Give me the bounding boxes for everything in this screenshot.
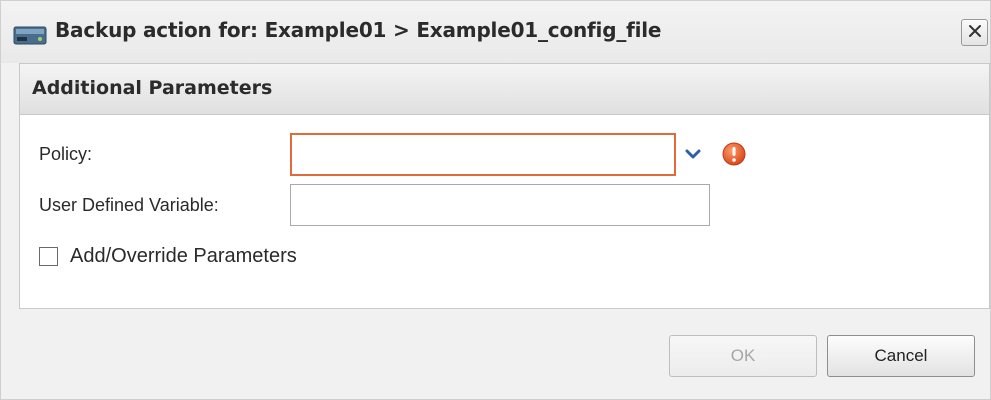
panel-title: Additional Parameters — [32, 77, 273, 99]
policy-label: Policy: — [39, 144, 93, 164]
add-override-parameters-label: Add/Override Parameters — [70, 244, 297, 267]
close-icon — [968, 23, 982, 42]
drive-icon — [13, 24, 47, 46]
ok-button[interactable]: OK — [669, 335, 817, 377]
dialog-titlebar: Backup action for: Example01 > Example01… — [1, 1, 990, 63]
dialog-title: Backup action for: Example01 > Example01… — [55, 18, 662, 42]
user-defined-variable-input[interactable] — [290, 184, 710, 226]
user-defined-variable-label: User Defined Variable: — [39, 195, 219, 215]
close-button[interactable] — [961, 19, 988, 46]
policy-select[interactable] — [290, 133, 710, 176]
policy-field[interactable] — [290, 133, 676, 176]
policy-dropdown-button[interactable] — [676, 133, 710, 176]
additional-parameters-panel: Additional Parameters Policy: User Defin… — [19, 63, 990, 309]
cancel-button[interactable]: Cancel — [827, 335, 975, 377]
chevron-down-icon — [685, 145, 701, 164]
add-override-parameters-checkbox-row[interactable]: Add/Override Parameters — [39, 243, 297, 269]
panel-header: Additional Parameters — [20, 64, 989, 115]
add-override-parameters-checkbox[interactable] — [39, 246, 58, 266]
backup-action-dialog: Backup action for: Example01 > Example01… — [0, 0, 991, 400]
error-icon — [722, 142, 746, 166]
